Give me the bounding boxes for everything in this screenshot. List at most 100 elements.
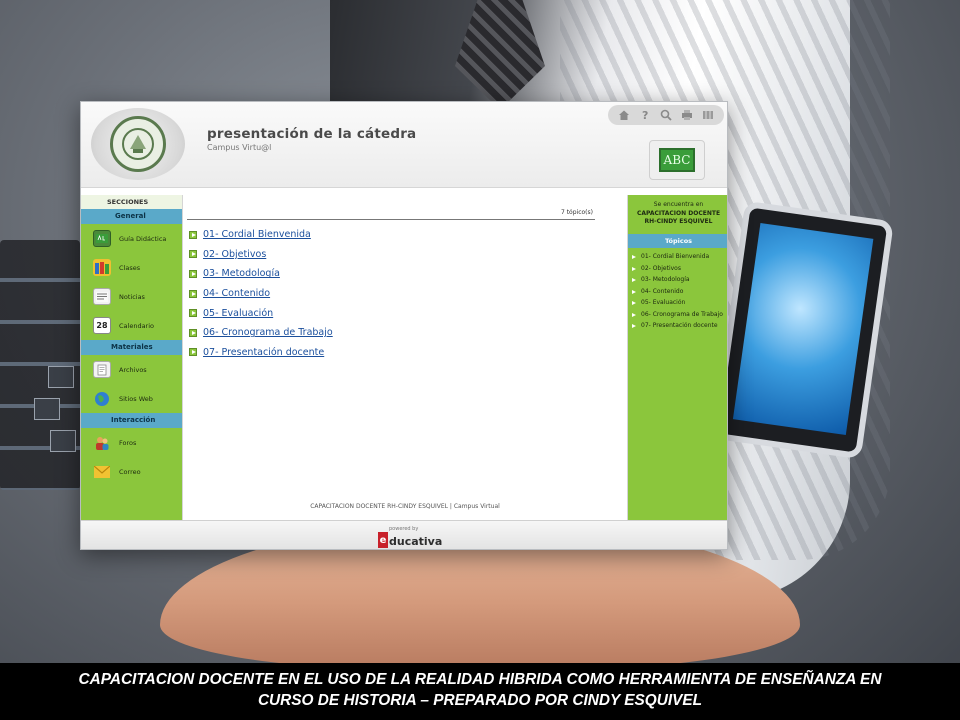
course-footer: CAPACITACION DOCENTE RH-CINDY ESQUIVEL |… xyxy=(310,503,500,510)
arrow-right-icon xyxy=(632,301,636,305)
arrow-right-icon xyxy=(632,278,636,282)
arrow-bullet-icon xyxy=(189,269,197,278)
right-topic-label: 03- Metodología xyxy=(641,276,690,283)
bottom-bar: e powered by ducativa xyxy=(81,520,727,549)
background-like-tile xyxy=(50,430,76,452)
arrow-right-icon xyxy=(632,255,636,259)
topic-link-objetivos[interactable]: 02- Objetivos xyxy=(203,249,266,260)
arrow-bullet-icon xyxy=(189,328,197,337)
background-people-tile xyxy=(34,398,60,420)
right-sidebar: Se encuentra en CAPACITACION DOCENTE RH-… xyxy=(628,195,727,520)
seal-emblem-icon xyxy=(122,128,154,160)
topic-link-cronograma[interactable]: 06- Cronograma de Trabajo xyxy=(203,327,333,338)
right-topic-label: 02- Objetivos xyxy=(641,264,681,272)
sidebar-item-label: Correo xyxy=(119,467,141,476)
right-topic-label: 06- Cronograma de Trabajo xyxy=(641,310,723,318)
section-header-general: General xyxy=(81,209,182,224)
arrow-right-icon xyxy=(632,266,636,271)
sidebar-item-label: Calendario xyxy=(119,321,155,330)
topic-link-cordial-bienvenida[interactable]: 01- Cordial Bienvenida xyxy=(203,229,311,240)
right-topic-item[interactable]: 05- Evaluación xyxy=(632,298,727,308)
home-icon[interactable] xyxy=(617,108,631,122)
educativa-wordmark: powered by ducativa xyxy=(389,527,442,548)
educativa-logo[interactable]: e powered by ducativa xyxy=(378,527,442,548)
location-box: Se encuentra en CAPACITACION DOCENTE RH-… xyxy=(628,195,727,234)
sidebar-item-label: Sitios Web xyxy=(119,394,153,403)
page-title: presentación de la cátedra xyxy=(207,126,417,142)
right-topic-item[interactable]: 06- Cronograma de Trabajo xyxy=(632,310,727,320)
sidebar-item-label: Guía Didáctica xyxy=(119,234,167,243)
right-topic-label: 01- Cordial Bienvenida xyxy=(641,253,710,260)
right-topic-list: 01- Cordial Bienvenida 02- Objetivos 03-… xyxy=(628,248,727,331)
arrow-bullet-icon xyxy=(189,230,197,239)
slide-caption: CAPACITACION DOCENTE EN EL USO DE LA REA… xyxy=(0,663,960,720)
abc-chalkboard-icon: ABC xyxy=(659,148,695,172)
arrow-right-icon xyxy=(632,324,636,328)
abc-icon xyxy=(93,230,111,247)
books-icon xyxy=(93,259,111,276)
topic-row: 02- Objetivos xyxy=(189,245,589,265)
arrow-bullet-icon xyxy=(189,289,197,298)
topic-link-evaluacion[interactable]: 05- Evaluación xyxy=(203,308,273,319)
right-topic-item[interactable]: 03- Metodología xyxy=(632,275,727,285)
arrow-right-icon xyxy=(632,289,636,294)
arrow-right-icon xyxy=(632,312,636,317)
sidebar-item-guia-didactica[interactable]: Guía Didáctica xyxy=(81,224,182,253)
calendar-icon: 28 xyxy=(93,317,111,334)
forum-icon xyxy=(93,434,111,451)
sections-title: SECCIONES xyxy=(81,195,182,209)
right-topic-item[interactable]: 04- Contenido xyxy=(632,287,727,297)
right-topic-item[interactable]: 01- Cordial Bienvenida xyxy=(632,252,727,262)
sidebar-item-sitios-web[interactable]: Sitios Web xyxy=(81,384,182,413)
institution-logo xyxy=(91,108,185,180)
top-toolbar: ? xyxy=(608,105,724,125)
section-header-interaccion: Interacción xyxy=(81,413,182,428)
caption-line-2: CURSO DE HISTORIA – PREPARADO POR CINDY … xyxy=(257,692,703,709)
arrow-bullet-icon xyxy=(189,309,197,318)
right-topic-label: 04- Contenido xyxy=(641,287,684,295)
topics-header: Tópicos xyxy=(628,234,727,248)
topic-link-metodologia[interactable]: 03- Metodología xyxy=(203,268,280,279)
topic-list: 01- Cordial Bienvenida 02- Objetivos 03-… xyxy=(189,225,589,362)
sidebar-item-archivos[interactable]: Archivos xyxy=(81,355,182,384)
sidebar-item-noticias[interactable]: Noticias xyxy=(81,282,182,311)
university-seal-icon xyxy=(110,116,166,172)
right-topic-item[interactable]: 02- Objetivos xyxy=(632,264,727,274)
sidebar-item-clases[interactable]: Clases xyxy=(81,253,182,282)
sidebar-item-foros[interactable]: Foros xyxy=(81,428,182,457)
topic-row: 05- Evaluación xyxy=(189,303,589,323)
map-icon[interactable] xyxy=(701,108,715,122)
sidebar-item-calendario[interactable]: 28 Calendario xyxy=(81,311,182,340)
topic-row: 07- Presentación docente xyxy=(189,343,589,363)
news-icon xyxy=(93,288,111,305)
sidebar-item-label: Archivos xyxy=(119,365,147,374)
search-icon[interactable] xyxy=(659,108,673,122)
educativa-e-icon: e xyxy=(378,532,388,548)
mail-icon xyxy=(93,463,111,480)
topic-link-presentacion-docente[interactable]: 07- Presentación docente xyxy=(203,347,324,358)
background-filmstrip xyxy=(0,240,80,490)
right-topic-item[interactable]: 07- Presentación docente xyxy=(632,321,727,331)
sidebar-item-label: Noticias xyxy=(119,292,145,301)
caption-line-1: CAPACITACION DOCENTE EN EL USO DE LA REA… xyxy=(78,671,882,688)
print-icon[interactable] xyxy=(680,108,694,122)
page-header: presentación de la cátedra Campus Virtu@… xyxy=(81,102,727,188)
topic-row: 06- Cronograma de Trabajo xyxy=(189,323,589,343)
main-content: 7 tópico(s) 01- Cordial Bienvenida 02- O… xyxy=(182,195,628,520)
topic-row: 01- Cordial Bienvenida xyxy=(189,225,589,245)
topic-count: 7 tópico(s) xyxy=(187,209,595,220)
page-subtitle: Campus Virtu@l xyxy=(207,143,272,152)
left-sidebar: SECCIONES General Guía Didáctica Clases … xyxy=(81,195,182,520)
right-topic-label: 05- Evaluación xyxy=(641,299,686,306)
location-name[interactable]: CAPACITACION DOCENTE RH-CINDY ESQUIVEL xyxy=(631,210,726,227)
help-icon[interactable]: ? xyxy=(638,108,652,122)
arrow-bullet-icon xyxy=(189,250,197,259)
topic-row: 03- Metodología xyxy=(189,264,589,284)
topic-link-contenido[interactable]: 04- Contenido xyxy=(203,288,270,299)
abc-badge: ABC xyxy=(649,140,705,180)
sidebar-item-correo[interactable]: Correo xyxy=(81,457,182,486)
background-tablet-screen xyxy=(732,223,874,435)
educativa-brand: ducativa xyxy=(389,535,443,548)
topic-row: 04- Contenido xyxy=(189,284,589,304)
globe-icon xyxy=(93,390,111,407)
